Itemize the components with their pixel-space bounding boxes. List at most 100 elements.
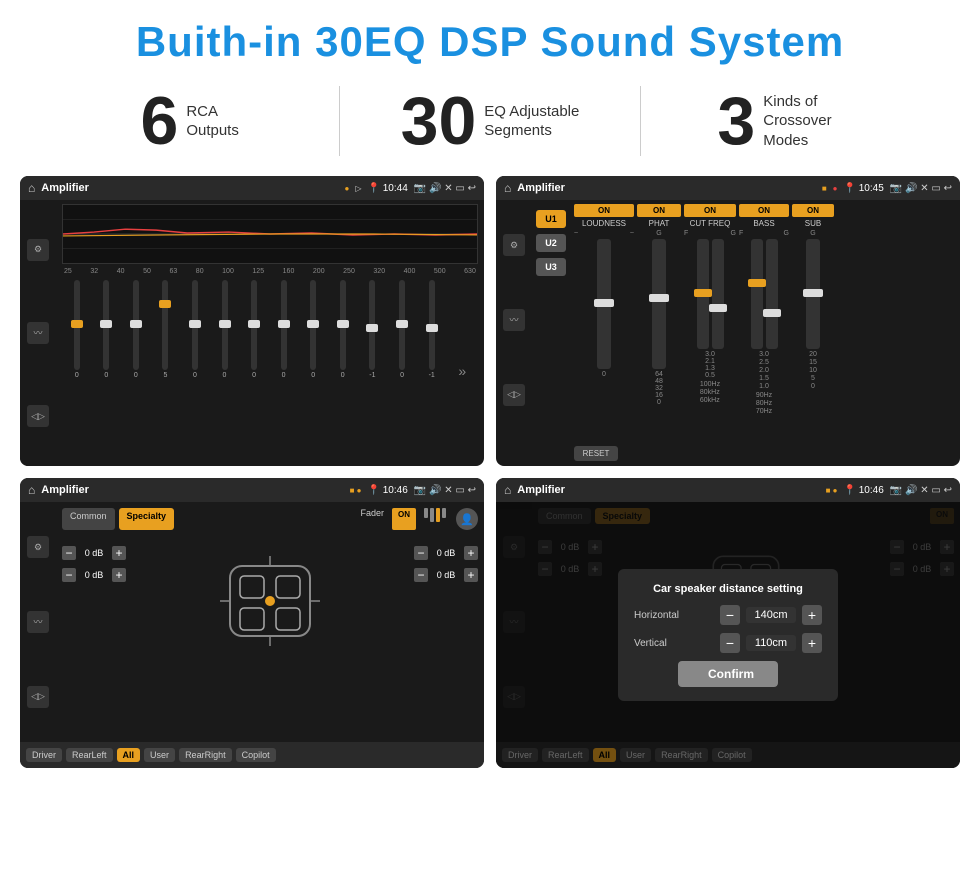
page-title: Buith-in 30EQ DSP Sound System — [0, 0, 980, 76]
eq-slider-1[interactable]: 0 — [103, 280, 109, 379]
right-volumes: − 0 dB + − 0 dB + — [414, 536, 478, 582]
vertical-minus-btn[interactable]: − — [720, 633, 740, 653]
stat-crossover: 3 Kinds ofCrossover Modes — [661, 87, 920, 155]
eq-val-1: 0 — [104, 372, 108, 379]
cutfreq-slider2[interactable] — [712, 239, 724, 349]
cross-icon-1[interactable]: ⚙ — [503, 234, 525, 256]
fader-rearright-btn[interactable]: RearRight — [179, 748, 232, 762]
sub-slider-v[interactable] — [806, 239, 820, 349]
fader-all-btn[interactable]: All — [117, 748, 141, 762]
left-vol-minus-2[interactable]: − — [62, 568, 76, 582]
eq-icon-1[interactable]: ⚙ — [27, 239, 49, 261]
screen-eq: ⌂ Amplifier ● ▷ 📍 10:44 📷 🔊 ✕ ▭ ↩ ⚙ 〰 ◁▷ — [20, 176, 484, 466]
topbar-title-eq: Amplifier — [41, 182, 338, 194]
fader-tab-common[interactable]: Common — [62, 508, 115, 530]
horizontal-plus-btn[interactable]: + — [802, 605, 822, 625]
eq-slider-3[interactable]: 5 — [162, 280, 168, 379]
home-icon-cross[interactable]: ⌂ — [504, 181, 511, 195]
eq-slider-12[interactable]: -1 — [429, 280, 435, 379]
channel-bass: ON BASS FG 3.02.52.01.51.0 — [739, 204, 789, 436]
cutfreq-sliders — [697, 239, 724, 349]
eq-expand-icon[interactable]: » — [458, 363, 466, 379]
fader-content: ⚙ 〰 ◁▷ Common Specialty Fader ON — [20, 502, 484, 742]
sub-on-btn[interactable]: ON — [792, 204, 834, 217]
eq-slider-6[interactable]: 0 — [251, 280, 257, 379]
cross-u3-btn[interactable]: U3 — [536, 258, 566, 276]
eq-slider-5[interactable]: 0 — [222, 280, 228, 379]
right-vol-minus-1[interactable]: − — [414, 546, 428, 560]
right-vol-plus-2[interactable]: + — [464, 568, 478, 582]
topbar-time-cross: 📍 10:45 — [844, 183, 884, 194]
phat-on-btn[interactable]: ON — [637, 204, 681, 217]
screens-grid: ⌂ Amplifier ● ▷ 📍 10:44 📷 🔊 ✕ ▭ ↩ ⚙ 〰 ◁▷ — [0, 170, 980, 778]
right-vol-plus-1[interactable]: + — [464, 546, 478, 560]
fader-tab-specialty[interactable]: Specialty — [119, 508, 175, 530]
eq-icon-3[interactable]: ◁▷ — [27, 405, 49, 427]
eq-slider-2[interactable]: 0 — [133, 280, 139, 379]
vertical-value: 110cm — [746, 635, 796, 651]
eq-icon-2[interactable]: 〰 — [27, 322, 49, 344]
channel-loudness: ON LOUDNESS ~~ 0 — [574, 204, 634, 436]
stats-row: 6 RCAOutputs 30 EQ AdjustableSegments 3 … — [0, 76, 980, 170]
fader-label: Fader — [360, 508, 384, 530]
divider-1 — [339, 86, 340, 156]
eq-slider-4[interactable]: 0 — [192, 280, 198, 379]
eq-val-12: -1 — [429, 372, 435, 379]
topbar-dot-cross: ■ — [822, 184, 827, 193]
eq-val-7: 0 — [282, 372, 286, 379]
left-vol-plus-1[interactable]: + — [112, 546, 126, 560]
cross-icon-3[interactable]: ◁▷ — [503, 384, 525, 406]
home-icon[interactable]: ⌂ — [28, 181, 35, 195]
fader-driver-btn[interactable]: Driver — [26, 748, 62, 762]
eq-val-2: 0 — [134, 372, 138, 379]
eq-val-5: 0 — [223, 372, 227, 379]
stat-label-crossover: Kinds ofCrossover Modes — [763, 92, 863, 151]
eq-slider-10[interactable]: -1 — [369, 280, 375, 379]
eq-main: 2532405063 80100125160200 25032040050063… — [56, 200, 484, 466]
cross-u2-btn[interactable]: U2 — [536, 234, 566, 252]
fader-on-btn[interactable]: ON — [392, 508, 416, 530]
right-vol-val-2: 0 dB — [432, 570, 460, 580]
horizontal-minus-btn[interactable]: − — [720, 605, 740, 625]
fader-user-btn[interactable]: User — [144, 748, 175, 762]
eq-slider-0[interactable]: 0 — [74, 280, 80, 379]
home-icon-fader[interactable]: ⌂ — [28, 483, 35, 497]
eq-slider-7[interactable]: 0 — [281, 280, 287, 379]
eq-val-3: 5 — [163, 372, 167, 379]
horizontal-value: 140cm — [746, 607, 796, 623]
cross-u1-btn[interactable]: U1 — [536, 210, 566, 228]
phat-slider-v[interactable] — [652, 239, 666, 369]
eq-slider-8[interactable]: 0 — [310, 280, 316, 379]
fader-rearleft-btn[interactable]: RearLeft — [66, 748, 113, 762]
right-vol-minus-2[interactable]: − — [414, 568, 428, 582]
stat-number-rca: 6 — [140, 87, 178, 155]
dialog-vertical-label: Vertical — [634, 638, 694, 649]
cutfreq-on-btn[interactable]: ON — [684, 204, 736, 217]
loudness-on-btn[interactable]: ON — [574, 204, 634, 217]
eq-slider-9[interactable]: 0 — [340, 280, 346, 379]
bass-slider2[interactable] — [766, 239, 778, 349]
dialog-horizontal-label: Horizontal — [634, 610, 694, 621]
cutfreq-name: CUT FREQ — [690, 219, 731, 228]
cutfreq-slider1[interactable] — [697, 239, 709, 349]
eq-content: ⚙ 〰 ◁▷ — [20, 200, 484, 466]
fader-icon-2[interactable]: 〰 — [27, 611, 49, 633]
left-vol-plus-2[interactable]: + — [112, 568, 126, 582]
fader-icon-3[interactable]: ◁▷ — [27, 686, 49, 708]
bass-slider1[interactable] — [751, 239, 763, 349]
eq-slider-11[interactable]: 0 — [399, 280, 405, 379]
confirm-button[interactable]: Confirm — [678, 661, 778, 687]
loudness-slider-v[interactable] — [597, 239, 611, 369]
cross-icon-2[interactable]: 〰 — [503, 309, 525, 331]
fader-main-area: Common Specialty Fader ON 👤 — [56, 502, 484, 742]
fader-icon-1[interactable]: ⚙ — [27, 536, 49, 558]
stat-rca: 6 RCAOutputs — [60, 87, 319, 155]
bass-on-btn[interactable]: ON — [739, 204, 789, 217]
fader-copilot-btn[interactable]: Copilot — [236, 748, 276, 762]
topbar-time-eq: 📍 10:44 — [368, 183, 408, 194]
vertical-plus-btn[interactable]: + — [802, 633, 822, 653]
left-vol-minus-1[interactable]: − — [62, 546, 76, 560]
home-icon-dialog[interactable]: ⌂ — [504, 483, 511, 497]
cross-reset-btn[interactable]: RESET — [574, 446, 618, 461]
user-icon[interactable]: 👤 — [456, 508, 478, 530]
